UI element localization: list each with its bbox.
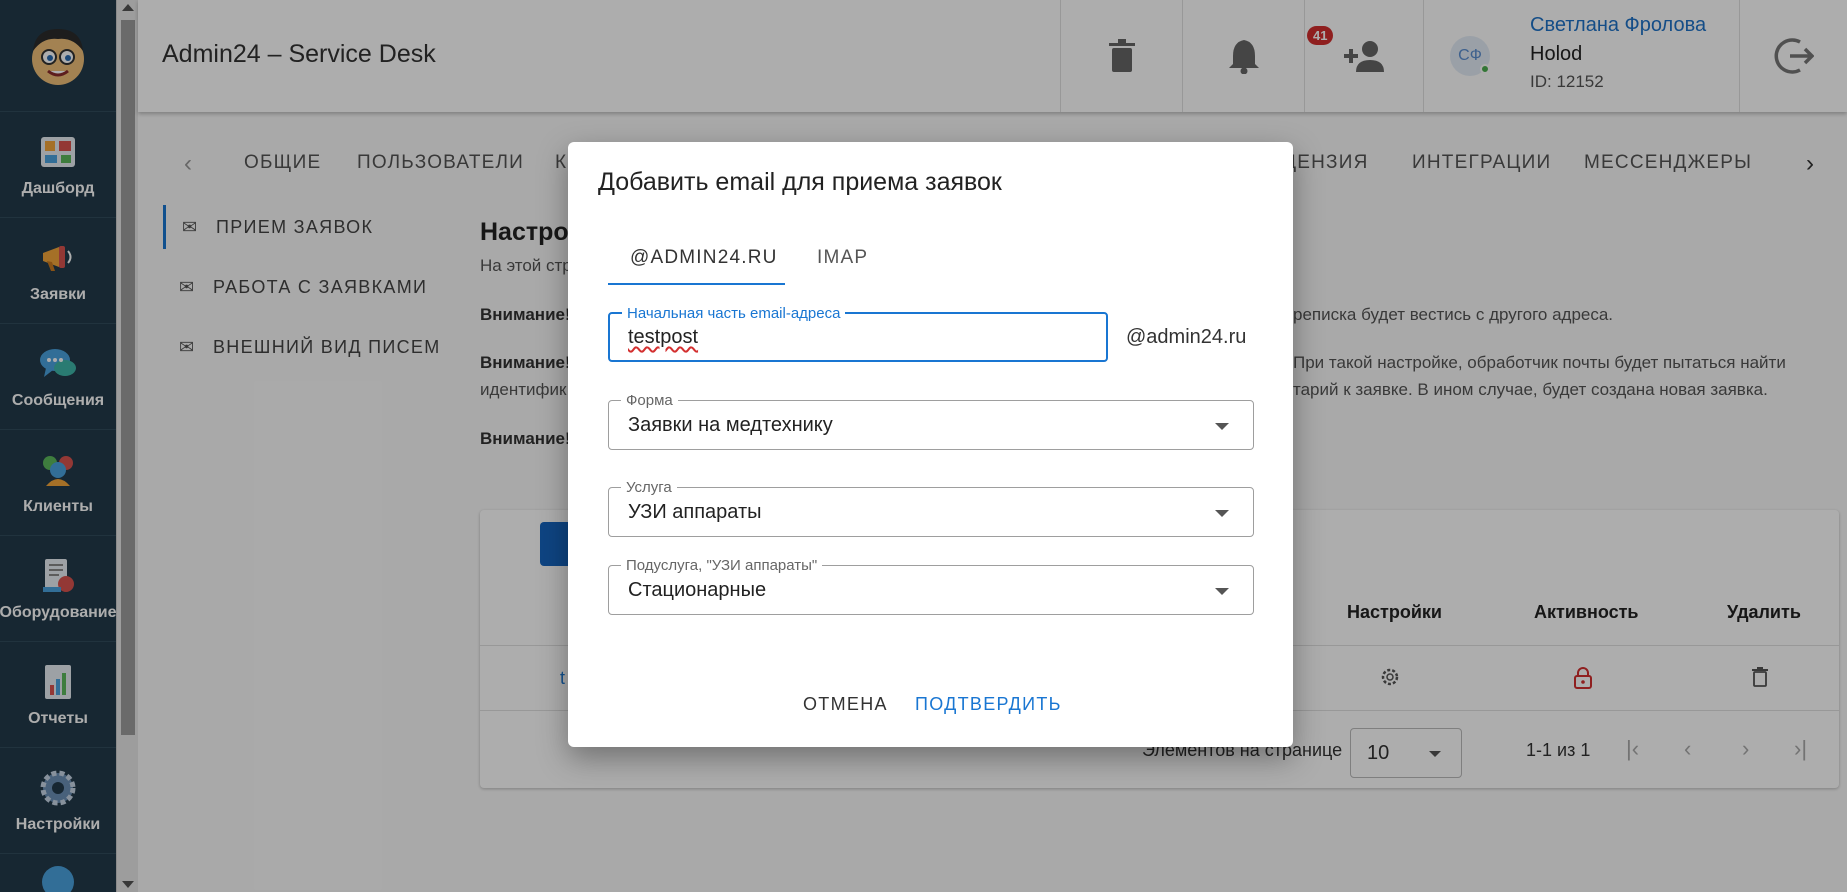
add-email-dialog: Добавить email для приема заявок @ADMIN2… [568, 142, 1293, 747]
subservice-select-value: Стационарные [628, 579, 767, 601]
tab-admin24[interactable]: @ADMIN24.RU [630, 247, 778, 269]
active-tab-indicator [608, 283, 785, 285]
subservice-select-label: Подуслуга, "УЗИ аппараты" [621, 557, 823, 574]
service-select-label: Услуга [621, 479, 677, 496]
chevron-down-icon [1215, 588, 1229, 595]
service-select[interactable]: Услуга УЗИ аппараты [608, 479, 1254, 537]
dialog-title: Добавить email для приема заявок [598, 168, 1002, 196]
email-domain-suffix: @admin24.ru [1126, 326, 1247, 348]
service-select-value: УЗИ аппараты [628, 501, 762, 523]
chevron-down-icon [1215, 423, 1229, 430]
form-select[interactable]: Форма Заявки на медтехнику [608, 392, 1254, 450]
email-prefix-input[interactable]: testpost [628, 326, 698, 349]
chevron-down-icon [1215, 510, 1229, 517]
form-select-value: Заявки на медтехнику [628, 414, 833, 436]
subservice-select[interactable]: Подуслуга, "УЗИ аппараты" Стационарные [608, 557, 1254, 615]
cancel-button[interactable]: ОТМЕНА [803, 694, 888, 715]
form-select-label: Форма [621, 392, 678, 409]
email-prefix-label: Начальная часть email-адреса [622, 305, 846, 322]
tab-imap[interactable]: IMAP [817, 247, 868, 269]
email-prefix-field[interactable]: Начальная часть email-адреса testpost [608, 305, 1108, 362]
confirm-button[interactable]: ПОДТВЕРДИТЬ [915, 694, 1062, 715]
